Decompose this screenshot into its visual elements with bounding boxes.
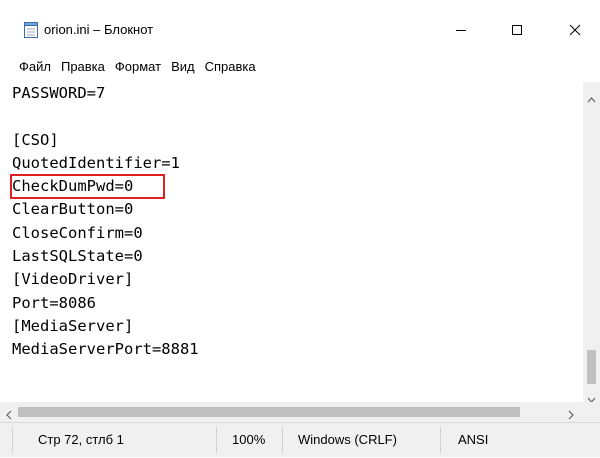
menu-help[interactable]: Справка [200,52,261,82]
maximize-button[interactable] [494,14,540,46]
text-editor[interactable]: PASSWORD=7 [CSO] QuotedIdentifier=1 Chec… [6,82,583,402]
editor-line: LastSQLState=0 [12,247,143,266]
menu-edit[interactable]: Правка [56,52,110,82]
editor-line: ClearButton=0 [12,200,134,219]
editor-line: [VideoDriver] [12,270,134,289]
menu-bar: Файл Правка Формат Вид Справка [0,52,600,82]
editor-line: [CSO] [12,130,59,149]
status-separator [282,427,283,453]
scrollbar-corner [583,402,600,422]
highlight-box [10,174,165,199]
notepad-window: orion.ini – Блокнот Файл Правка Формат В… [0,0,600,457]
status-line-ending: Windows (CRLF) [298,432,397,447]
close-icon [569,24,581,36]
vertical-scrollbar[interactable] [583,82,600,403]
editor-line: PASSWORD=7 [12,84,106,102]
title-bar[interactable]: orion.ini – Блокнот [0,0,600,52]
editor-line: QuotedIdentifier=1 [12,153,180,172]
status-bar: Стр 72, стлб 1 100% Windows (CRLF) ANSI [0,422,600,457]
status-encoding: ANSI [458,432,489,447]
window-title: orion.ini – Блокнот [44,22,154,37]
scroll-up-icon[interactable] [587,90,596,108]
vertical-scroll-thumb[interactable] [587,350,596,384]
editor-line: [MediaServer] [12,316,134,335]
status-separator [12,427,13,453]
menu-format[interactable]: Формат [110,52,166,82]
horizontal-scroll-thumb[interactable] [18,407,520,417]
status-separator [216,427,217,453]
editor-line: MediaServerPort=8881 [12,340,199,359]
minimize-icon [456,30,466,31]
notepad-icon [24,22,38,38]
editor-line: CloseConfirm=0 [12,223,143,242]
status-separator [440,427,441,453]
status-position: Стр 72, стлб 1 [38,432,124,447]
maximize-icon [512,25,522,35]
menu-view[interactable]: Вид [166,52,200,82]
close-button[interactable] [552,14,598,46]
horizontal-scrollbar[interactable] [0,402,583,422]
menu-file[interactable]: Файл [14,52,56,82]
editor-line: Port=8086 [12,293,96,312]
minimize-button[interactable] [438,14,484,46]
status-zoom: 100% [232,432,266,447]
